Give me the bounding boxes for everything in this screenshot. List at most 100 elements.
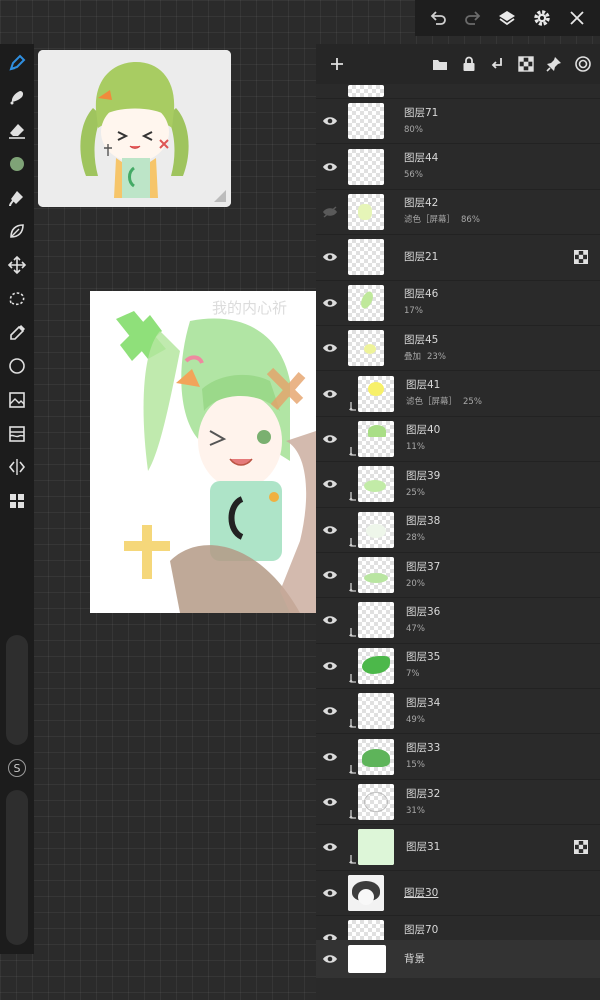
layer-row[interactable]: 图层31 [316, 825, 600, 871]
reference-image [38, 50, 231, 207]
shape-circle-icon[interactable] [4, 353, 30, 379]
layer-row[interactable]: 图层46 17% [316, 281, 600, 326]
visibility-eye-icon[interactable] [316, 953, 344, 965]
visibility-eye-icon[interactable] [316, 614, 344, 626]
layer-row[interactable]: 图层35 7% [316, 644, 600, 690]
layer-row[interactable]: 图层30 [316, 871, 600, 917]
drawing-canvas[interactable]: 我的内心祈 [90, 291, 316, 613]
layer-props: 7% [406, 667, 600, 681]
alpha-lock-icon[interactable] [570, 840, 592, 855]
layer-thumbnail [349, 784, 398, 821]
visibility-eye-icon[interactable] [316, 796, 344, 808]
fill-icon[interactable] [4, 185, 30, 211]
visibility-eye-icon[interactable] [316, 705, 344, 717]
layer-props: 80% [404, 123, 600, 137]
layer-blend-or-opacity: 28% [406, 533, 425, 544]
clip-icon[interactable] [486, 53, 508, 75]
symmetry-icon[interactable] [4, 454, 30, 480]
layer-row[interactable]: 图层21 [316, 235, 600, 281]
redo-icon[interactable] [461, 6, 485, 30]
visibility-eye-icon[interactable] [316, 251, 344, 263]
color-icon[interactable] [4, 151, 30, 177]
reference-window[interactable] [38, 50, 231, 207]
layer-row[interactable]: 图层42 滤色［屏幕］ 86% [316, 190, 600, 236]
lasso-icon[interactable] [4, 286, 30, 312]
lock-icon[interactable] [458, 53, 480, 75]
layer-row[interactable]: 图层37 20% [316, 553, 600, 599]
checker-icon[interactable] [515, 53, 537, 75]
layer-name: 图层41 [406, 379, 441, 392]
layer-name: 图层42 [404, 197, 439, 210]
target-icon[interactable] [572, 53, 594, 75]
layer-list[interactable]: 图层71 80% 图层44 56% 图层42 滤色［屏幕］ 86% 图层21 图层46 17% 图层… [316, 84, 600, 950]
layer-thumbnail [349, 829, 398, 866]
layer-opacity: 25% [463, 397, 482, 408]
visibility-eye-icon[interactable] [316, 569, 344, 581]
visibility-eye-icon[interactable] [316, 342, 344, 354]
layer-row[interactable]: 图层40 11% [316, 417, 600, 463]
brush-size-slider[interactable] [6, 635, 28, 745]
layer-props: 20% [406, 577, 600, 591]
visibility-eye-icon[interactable] [316, 887, 344, 899]
layer-blend-or-opacity: 20% [406, 578, 425, 589]
layer-name: 图层44 [404, 152, 439, 165]
filter-icon[interactable] [4, 421, 30, 447]
undo-icon[interactable] [426, 6, 450, 30]
layer-thumbnail [349, 375, 398, 412]
visibility-eye-icon[interactable] [316, 841, 344, 853]
add-layer-icon[interactable] [326, 53, 348, 75]
clip-arrow-icon [349, 487, 357, 506]
close-icon[interactable] [565, 6, 589, 30]
settings-icon[interactable] [530, 6, 554, 30]
layer-row[interactable]: 图层41 滤色［屏幕］ 25% [316, 371, 600, 417]
pin-icon[interactable] [543, 53, 565, 75]
visibility-eye-icon[interactable] [316, 115, 344, 127]
brush-opacity-slider[interactable] [6, 790, 28, 945]
layer-panel-header [316, 44, 600, 84]
layer-blend-or-opacity: 滤色［屏幕］ [406, 397, 458, 408]
layer-thumbnail [348, 945, 396, 973]
layer-row-background[interactable]: 背景 [316, 940, 600, 978]
visibility-eye-icon[interactable] [316, 524, 344, 536]
layer-blend-or-opacity: 叠加 [404, 351, 422, 362]
layer-row[interactable]: 图层45 叠加 23% [316, 326, 600, 372]
grid-tools-icon[interactable] [4, 488, 30, 514]
visibility-eye-icon[interactable] [316, 751, 344, 763]
layer-row[interactable]: 图层39 25% [316, 462, 600, 508]
visibility-eye-icon[interactable] [316, 660, 344, 672]
image-icon[interactable] [4, 387, 30, 413]
layer-row[interactable] [316, 84, 600, 99]
smudge-icon[interactable] [4, 84, 30, 110]
size-badge[interactable]: S [8, 759, 26, 777]
layers-icon[interactable] [495, 6, 519, 30]
leaf-brush-icon[interactable] [4, 218, 30, 244]
layer-row[interactable]: 图层36 47% [316, 598, 600, 644]
eraser-icon[interactable] [4, 117, 30, 143]
layer-name: 图层36 [406, 605, 441, 618]
layer-row[interactable]: 图层38 28% [316, 508, 600, 553]
layer-name: 图层32 [406, 787, 441, 800]
alpha-lock-icon[interactable] [570, 250, 592, 265]
layer-thumbnail [349, 466, 398, 503]
visibility-eye-icon[interactable] [316, 297, 344, 309]
visibility-eye-icon[interactable] [316, 478, 344, 490]
layer-name: 图层35 [406, 651, 441, 664]
layer-name: 图层39 [406, 469, 441, 482]
layer-row[interactable]: 图层33 15% [316, 734, 600, 780]
layer-props: 滤色［屏幕］ 25% [406, 395, 600, 409]
visibility-eye-icon[interactable] [316, 388, 344, 400]
folder-icon[interactable] [429, 53, 451, 75]
hidden-eye-icon[interactable] [316, 206, 344, 218]
move-icon[interactable] [4, 252, 30, 278]
layer-row[interactable]: 图层71 80% [316, 99, 600, 145]
layer-row[interactable]: 图层34 49% [316, 689, 600, 735]
layer-blend-or-opacity: 15% [406, 760, 425, 771]
layer-row[interactable]: 图层44 56% [316, 144, 600, 190]
eyedropper-icon[interactable] [4, 320, 30, 346]
layer-row[interactable]: 图层32 31% [316, 780, 600, 826]
pen-icon[interactable] [4, 50, 30, 76]
visibility-eye-icon[interactable] [316, 161, 344, 173]
visibility-eye-icon[interactable] [316, 433, 344, 445]
layer-thumbnail [348, 239, 396, 276]
layer-thumbnail [348, 193, 396, 230]
